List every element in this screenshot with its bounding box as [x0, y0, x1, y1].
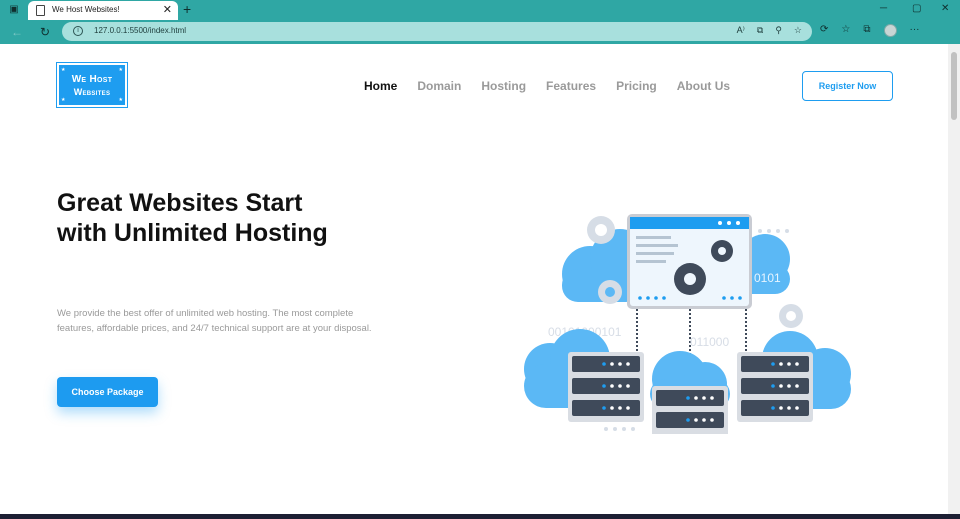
page-scrollbar[interactable]	[948, 44, 960, 514]
nav-item-home[interactable]: Home	[364, 79, 397, 93]
favorites-icon[interactable]: ☆	[841, 24, 850, 37]
nav-item-about-us[interactable]: About Us	[677, 79, 730, 93]
profile-avatar[interactable]	[883, 24, 897, 37]
taskbar-edge	[0, 514, 960, 519]
immersive-reader-icon[interactable]: ⧉	[757, 25, 763, 36]
extensions-icon[interactable]: ⟳	[820, 24, 828, 37]
hosting-illustration: 0101 011000	[524, 214, 851, 434]
nav-item-features[interactable]: Features	[546, 79, 596, 93]
server-rack-left	[568, 352, 644, 422]
close-window-button[interactable]: ✕	[941, 3, 949, 14]
new-tab-button[interactable]: +	[183, 1, 191, 17]
gear-icon	[587, 216, 615, 244]
address-bar-row: ← ↻ i 127.0.0.1:5500/index.html A⁾ ⧉ ⚲ ☆…	[0, 20, 960, 44]
binary-text: 011000	[690, 335, 729, 349]
logo-line-2: Websites	[73, 87, 111, 97]
favorite-icon[interactable]: ☆	[794, 25, 802, 36]
more-menu-icon[interactable]: ···	[910, 24, 920, 37]
browser-tab-strip: ▣ We Host Websites! ✕ + ─ ▢ ✕	[0, 0, 960, 20]
page-icon	[36, 5, 45, 16]
server-rack-right	[737, 352, 813, 422]
maximize-button[interactable]: ▢	[912, 3, 921, 14]
back-icon[interactable]: ←	[11, 25, 23, 39]
browser-toolbar: ⟳ ☆ ⧉ ···	[820, 24, 920, 37]
gear-icon	[598, 280, 622, 304]
collections-icon[interactable]: ⧉	[863, 24, 870, 37]
tab-close-icon[interactable]: ✕	[163, 3, 172, 16]
hero-description: We provide the best offer of unlimited w…	[57, 308, 372, 334]
minimize-button[interactable]: ─	[880, 3, 887, 14]
browser-window-graphic	[627, 214, 752, 309]
star-icon: ★	[61, 97, 66, 103]
nav-item-domain[interactable]: Domain	[417, 79, 461, 93]
info-icon[interactable]: i	[73, 26, 83, 36]
tab-actions-icon[interactable]: ▣	[6, 3, 22, 17]
site-logo[interactable]: ★ ★ ★ ★ We Host Websites	[56, 62, 128, 108]
binary-text: 0101	[754, 271, 781, 285]
register-now-button[interactable]: Register Now	[802, 71, 893, 101]
star-icon: ★	[118, 67, 123, 73]
nav-item-pricing[interactable]: Pricing	[616, 79, 657, 93]
scrollbar-thumb[interactable]	[951, 52, 957, 120]
address-bar[interactable]: i 127.0.0.1:5500/index.html A⁾ ⧉ ⚲ ☆	[62, 22, 812, 41]
reload-icon[interactable]: ↻	[40, 25, 50, 39]
browser-tab[interactable]: We Host Websites! ✕	[28, 1, 178, 20]
logo-line-1: We Host	[71, 74, 113, 85]
gear-icon	[779, 304, 803, 328]
server-rack-center	[652, 386, 728, 434]
address-bar-tools: A⁾ ⧉ ⚲ ☆	[737, 25, 802, 36]
page-viewport: ★ ★ ★ ★ We Host Websites Home Domain Hos…	[0, 44, 948, 514]
tab-title: We Host Websites!	[52, 5, 120, 14]
hero-title: Great Websites Start with Unlimited Host…	[57, 189, 328, 247]
choose-package-button[interactable]: Choose Package	[57, 377, 158, 407]
url-text[interactable]: 127.0.0.1:5500/index.html	[94, 26, 186, 35]
star-icon: ★	[61, 67, 66, 73]
star-icon: ★	[118, 97, 123, 103]
main-nav: Home Domain Hosting Features Pricing Abo…	[364, 79, 750, 93]
read-aloud-icon[interactable]: A⁾	[737, 25, 745, 36]
nav-item-hosting[interactable]: Hosting	[481, 79, 526, 93]
zoom-icon[interactable]: ⚲	[775, 25, 782, 36]
